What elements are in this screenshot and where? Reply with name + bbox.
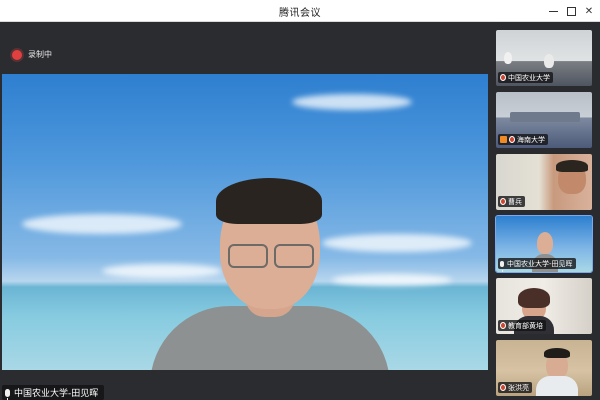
record-dot-icon [12,49,22,60]
speaker-name-tag: 中国农业大学-田见晖 [2,385,105,400]
participant-label: 中国农业大学-田见晖 [498,258,576,272]
participant-tile[interactable]: 张洪亮 [496,340,592,396]
participant-label: 中国农业大学 [498,72,553,83]
participant-label: 曹兵 [498,196,525,207]
participant-tile[interactable]: 教育部黄培 [496,278,592,334]
close-button[interactable] [579,1,599,21]
mic-off-icon [500,198,506,205]
main-stage: 录制中 中国农业大学-田见晖 [0,22,490,400]
app-title: 腾讯会议 [279,8,321,19]
mic-icon [500,260,504,272]
mic-off-icon [509,136,515,143]
user-icon [500,136,507,143]
participant-tile[interactable]: 中国农业大学 [496,30,592,86]
recording-indicator: 录制中 [12,49,52,60]
main-video[interactable] [2,74,488,370]
participant-tile-active[interactable]: 中国农业大学-田见晖 [495,215,593,273]
participant-tile[interactable]: 海南大学 [496,92,592,148]
speaker-name: 中国农业大学-田见晖 [14,389,99,399]
minimize-button[interactable] [543,1,563,21]
mic-off-icon [500,384,506,391]
participant-label: 海南大学 [498,134,548,145]
window-title-bar: 腾讯会议 [0,0,600,22]
mic-icon [5,388,10,400]
recording-label: 录制中 [28,50,52,59]
maximize-button[interactable] [561,1,581,21]
mic-off-icon [500,322,506,329]
participant-label: 教育部黄培 [498,320,546,331]
participant-sidebar: 中国农业大学 海南大学 曹兵 中国农业大学-田见晖 教育部黄培 张洪亮 [490,22,600,400]
participant-label: 张洪亮 [498,382,532,393]
mic-off-icon [500,74,506,81]
participant-tile[interactable]: 曹兵 [496,154,592,210]
